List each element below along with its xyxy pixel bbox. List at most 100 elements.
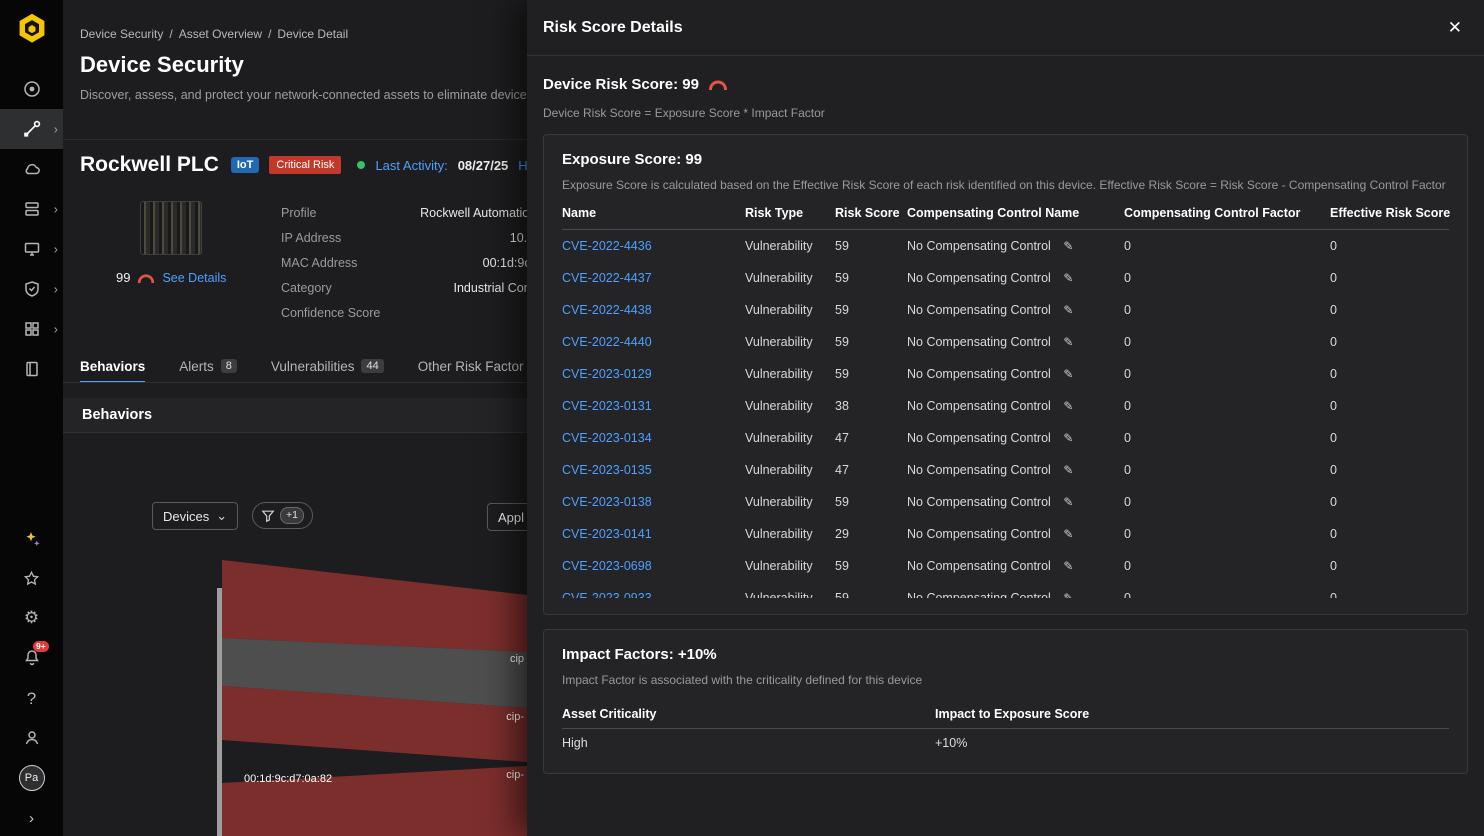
edit-pencil-icon[interactable]: ✎ bbox=[1063, 399, 1073, 413]
server-stack-icon bbox=[22, 199, 42, 219]
cve-link[interactable]: CVE-2023-0129 bbox=[562, 367, 745, 381]
apply-button-label: Appl bbox=[498, 510, 524, 525]
radar-icon bbox=[22, 79, 42, 99]
col-control-name: Compensating Control Name bbox=[907, 206, 1124, 220]
risk-type-cell: Vulnerability bbox=[745, 527, 835, 541]
edit-pencil-icon[interactable]: ✎ bbox=[1063, 367, 1073, 381]
tab-label: Vulnerabilities bbox=[271, 359, 355, 374]
cve-link[interactable]: CVE-2022-4440 bbox=[562, 335, 745, 349]
sidebar-item-notifications[interactable]: 9+ bbox=[0, 637, 63, 677]
sidebar-item-help[interactable]: ? bbox=[0, 678, 63, 718]
notification-count-badge: 9+ bbox=[33, 641, 49, 652]
risk-score-cell: 59 bbox=[835, 239, 907, 253]
risk-type-cell: Vulnerability bbox=[745, 431, 835, 445]
chevron-down-icon: ⌄ bbox=[216, 512, 227, 520]
impact-factors-title: Impact Factors: +10% bbox=[562, 646, 1449, 663]
edit-pencil-icon[interactable]: ✎ bbox=[1063, 431, 1073, 445]
cve-link[interactable]: CVE-2022-4438 bbox=[562, 303, 745, 317]
panel-header: Risk Score Details ✕ bbox=[527, 0, 1484, 56]
tab-vulnerabilities[interactable]: Vulnerabilities 44 bbox=[271, 350, 384, 382]
control-name-cell: No Compensating Control ✎ bbox=[907, 431, 1124, 445]
edit-pencil-icon[interactable]: ✎ bbox=[1063, 239, 1073, 253]
cve-link[interactable]: CVE-2022-4436 bbox=[562, 239, 745, 253]
sidebar-item-cloud[interactable] bbox=[0, 149, 63, 189]
cve-link[interactable]: CVE-2023-0933 bbox=[562, 591, 745, 598]
person-icon bbox=[22, 728, 42, 748]
control-factor-cell: 0 bbox=[1124, 303, 1330, 317]
risk-score-cell: 59 bbox=[835, 367, 907, 381]
claroty-logo-icon bbox=[14, 12, 50, 48]
effective-score-cell: 0 bbox=[1330, 399, 1449, 413]
sidebar-item-account[interactable]: Pa bbox=[0, 758, 63, 798]
device-fields: Profile Rockwell Automation P IP Address… bbox=[281, 200, 548, 325]
sidebar-item-reports[interactable] bbox=[0, 349, 63, 389]
device-risk-score-header: Device Risk Score: 99 bbox=[543, 76, 1468, 93]
effective-score-cell: 0 bbox=[1330, 527, 1449, 541]
sankey-node-bar[interactable] bbox=[217, 588, 222, 836]
control-factor-cell: 0 bbox=[1124, 527, 1330, 541]
sidebar-item-protection[interactable]: › bbox=[0, 269, 63, 309]
cloud-icon bbox=[22, 159, 42, 179]
risk-score-cell: 59 bbox=[835, 303, 907, 317]
impact-cell: +10% bbox=[935, 736, 1449, 750]
devices-dropdown[interactable]: Devices ⌄ bbox=[152, 502, 238, 530]
field-label: Profile bbox=[281, 206, 316, 220]
panel-title: Risk Score Details bbox=[543, 19, 683, 37]
cve-link[interactable]: CVE-2023-0698 bbox=[562, 559, 745, 573]
filter-button[interactable]: +1 bbox=[252, 502, 313, 529]
edit-pencil-icon[interactable]: ✎ bbox=[1063, 591, 1073, 598]
cve-link[interactable]: CVE-2023-0138 bbox=[562, 495, 745, 509]
control-name-cell: No Compensating Control ✎ bbox=[907, 399, 1124, 413]
risk-score-formula: Device Risk Score = Exposure Score * Imp… bbox=[543, 106, 1468, 120]
breadcrumb-device-detail[interactable]: Device Detail bbox=[277, 27, 348, 41]
sidebar-item-favorites[interactable] bbox=[0, 558, 63, 598]
edit-pencil-icon[interactable]: ✎ bbox=[1063, 559, 1073, 573]
edit-pencil-icon[interactable]: ✎ bbox=[1063, 527, 1073, 541]
close-icon[interactable]: ✕ bbox=[1448, 18, 1462, 38]
device-field-row: Category Industrial Control bbox=[281, 275, 548, 300]
edit-pencil-icon[interactable]: ✎ bbox=[1063, 271, 1073, 285]
breadcrumb-device-security[interactable]: Device Security bbox=[80, 27, 163, 41]
exposure-score-title: Exposure Score: 99 bbox=[562, 151, 1449, 168]
breadcrumb-asset-overview[interactable]: Asset Overview bbox=[179, 27, 262, 41]
risk-score-cell: 38 bbox=[835, 399, 907, 413]
edit-pencil-icon[interactable]: ✎ bbox=[1063, 495, 1073, 509]
edit-pencil-icon[interactable]: ✎ bbox=[1063, 303, 1073, 317]
device-name: Rockwell PLC bbox=[80, 153, 219, 177]
tab-other-risk-factors[interactable]: Other Risk Factor bbox=[418, 350, 524, 382]
control-name-text: No Compensating Control bbox=[907, 399, 1051, 413]
control-name-cell: No Compensating Control ✎ bbox=[907, 527, 1124, 541]
cve-link[interactable]: CVE-2022-4437 bbox=[562, 271, 745, 285]
chevron-right-icon: › bbox=[54, 203, 58, 216]
device-field-row: Profile Rockwell Automation P bbox=[281, 200, 548, 225]
sidebar-item-network[interactable]: › bbox=[0, 229, 63, 269]
edit-pencil-icon[interactable]: ✎ bbox=[1063, 335, 1073, 349]
tab-alerts[interactable]: Alerts 8 bbox=[179, 350, 237, 382]
online-status-dot bbox=[357, 161, 365, 169]
question-mark-icon: ? bbox=[27, 690, 36, 707]
breadcrumb-separator: / bbox=[169, 27, 172, 41]
edit-pencil-icon[interactable]: ✎ bbox=[1063, 463, 1073, 477]
cve-link[interactable]: CVE-2023-0135 bbox=[562, 463, 745, 477]
sidebar-expand-button[interactable]: › bbox=[0, 798, 63, 836]
sankey-flow-red-1[interactable] bbox=[222, 560, 527, 652]
sidebar-item-integrations[interactable]: › bbox=[0, 309, 63, 349]
sidebar-item-users[interactable] bbox=[0, 718, 63, 758]
exposure-table-body[interactable]: CVE-2022-4436 Vulnerability 59 No Compen… bbox=[562, 230, 1449, 598]
sidebar-item-device-security[interactable]: › bbox=[0, 109, 63, 149]
iot-badge: IoT bbox=[231, 157, 260, 173]
brand-logo[interactable] bbox=[0, 12, 63, 48]
risk-type-cell: Vulnerability bbox=[745, 239, 835, 253]
see-details-link[interactable]: See Details bbox=[162, 271, 226, 285]
cve-link[interactable]: CVE-2023-0131 bbox=[562, 399, 745, 413]
page-subtitle: Discover, assess, and protect your netwo… bbox=[80, 88, 557, 102]
tab-behaviors[interactable]: Behaviors bbox=[80, 350, 145, 382]
sidebar-item-settings[interactable]: ⚙ bbox=[0, 597, 63, 637]
control-name-cell: No Compensating Control ✎ bbox=[907, 495, 1124, 509]
cve-link[interactable]: CVE-2023-0141 bbox=[562, 527, 745, 541]
sidebar-item-assets[interactable]: › bbox=[0, 189, 63, 229]
sidebar-item-ai-assistant[interactable] bbox=[0, 519, 63, 559]
device-header: Rockwell PLC IoT Critical Risk Last Acti… bbox=[80, 153, 528, 177]
cve-link[interactable]: CVE-2023-0134 bbox=[562, 431, 745, 445]
sidebar-item-overview[interactable] bbox=[0, 69, 63, 109]
